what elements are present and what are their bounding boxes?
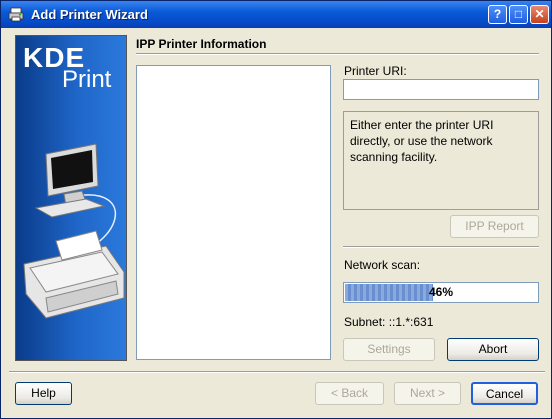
- printer-uri-input[interactable]: [343, 79, 539, 100]
- side-banner: KDE Print: [15, 35, 127, 361]
- back-button[interactable]: < Back: [315, 382, 384, 405]
- add-printer-wizard-window: Add Printer Wizard ? □ ✕ KDE Print IPP P…: [0, 0, 552, 419]
- scan-progress-bar: 46%: [343, 282, 539, 303]
- settings-button[interactable]: Settings: [343, 338, 435, 361]
- ipp-report-button[interactable]: IPP Report: [450, 215, 539, 238]
- subnet-label: Subnet: ::1.*:631: [344, 315, 434, 329]
- page-heading: IPP Printer Information: [136, 37, 267, 51]
- help-titlebar-button[interactable]: ?: [488, 5, 507, 24]
- help-button[interactable]: Help: [15, 382, 72, 405]
- heading-divider: [136, 53, 539, 55]
- printer-list[interactable]: [136, 65, 331, 360]
- abort-button[interactable]: Abort: [447, 338, 539, 361]
- close-button[interactable]: ✕: [530, 5, 549, 24]
- footer-divider: [9, 371, 545, 373]
- window-title: Add Printer Wizard: [31, 7, 148, 22]
- help-text-box: Either enter the printer URI directly, o…: [343, 111, 539, 210]
- scan-progress-text: 46%: [428, 285, 454, 299]
- next-button[interactable]: Next >: [394, 382, 461, 405]
- title-bar[interactable]: Add Printer Wizard ? □ ✕: [1, 1, 551, 28]
- scan-divider: [343, 246, 539, 248]
- printer-uri-label: Printer URI:: [344, 64, 407, 78]
- cancel-button[interactable]: Cancel: [471, 382, 538, 405]
- network-scan-label: Network scan:: [344, 258, 421, 272]
- printer-app-icon: [8, 7, 24, 22]
- print-logo-text: Print: [62, 66, 112, 93]
- maximize-button[interactable]: □: [509, 5, 528, 24]
